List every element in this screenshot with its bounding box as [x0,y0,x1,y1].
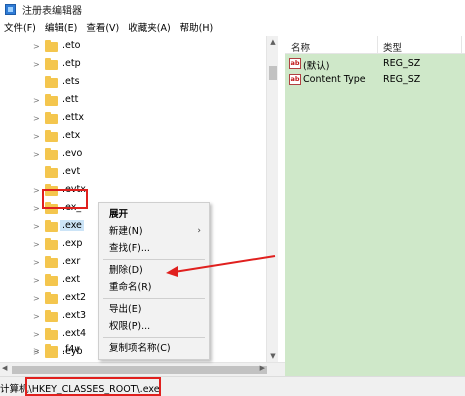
submenu-arrow-icon: › [197,226,201,236]
menu-favorites[interactable]: 收藏夹(A) [124,20,175,34]
context-menu-new[interactable]: 新建(N) › [99,223,209,240]
tree-item[interactable]: > .ettx [0,110,266,128]
registry-editor-icon [5,3,16,15]
tree-item-label: .etx [62,130,81,141]
tree-item-label: .ett [62,94,79,105]
scroll-left-arrow-icon[interactable]: ◀ [2,364,7,372]
expand-chevron-icon[interactable]: > [33,311,43,323]
expand-chevron-icon[interactable]: > [33,345,43,357]
tree-item[interactable]: > .etp [0,56,266,74]
exe-highlight-box [42,189,88,209]
tree-item[interactable]: > .evtx [0,182,266,200]
value-row[interactable]: ab (默认) REG_SZ [285,56,465,72]
tree-item-label: .ext4 [62,328,87,339]
folder-icon [45,220,58,232]
tree-item-label: .ext [62,274,81,285]
tree-horizontal-scrollbar[interactable]: ◀ ▶ [0,362,285,376]
tree-item[interactable]: > .etx [0,128,266,146]
folder-icon [45,76,58,88]
folder-icon [45,344,58,356]
title-bar: 注册表编辑器 [0,0,465,18]
tree-item[interactable]: .ets [0,74,266,92]
folder-icon [45,256,58,268]
folder-icon [45,112,58,124]
menu-view[interactable]: 查看(V) [82,20,124,34]
value-name: (默认) [303,61,330,72]
values-header: 名称 类型 [285,36,465,54]
string-value-icon: ab [289,58,301,69]
expand-chevron-icon[interactable]: > [33,275,43,287]
folder-icon [45,292,58,304]
menu-file[interactable]: 文件(F) [0,20,41,34]
scroll-right-arrow-icon[interactable]: ▶ [260,364,265,372]
folder-icon [45,148,58,160]
tree-item-label: .exe [60,220,84,231]
tree-vertical-scrollbar[interactable]: ▲ ▼ [266,36,278,362]
tree-item[interactable]: .evt [0,164,266,182]
folder-icon [45,166,58,178]
status-path-highlight-box [25,377,161,396]
folder-icon [45,130,58,142]
context-menu-permissions[interactable]: 权限(P)... [99,318,209,335]
value-name: Content Type [303,74,366,85]
tree-item-label: .etp [62,58,81,69]
folder-icon [45,94,58,106]
folder-icon [45,310,58,322]
string-value-icon: ab [289,74,301,85]
context-menu-export[interactable]: 导出(E) [99,301,209,318]
value-type: REG_SZ [383,58,421,69]
expand-chevron-icon[interactable]: > [33,113,43,125]
column-separator[interactable] [377,36,378,54]
tree-item[interactable]: > .evo [0,146,266,164]
expand-chevron-icon[interactable]: > [33,239,43,251]
folder-icon [45,238,58,250]
scroll-thumb[interactable] [12,366,267,374]
column-separator[interactable] [461,36,462,54]
window-title: 注册表编辑器 [22,5,82,17]
tree-item-label: .ets [62,76,80,87]
expand-chevron-icon[interactable]: > [33,329,43,341]
tree-item-label: .evo [62,148,83,159]
value-type: REG_SZ [383,74,421,85]
folder-icon [45,40,58,52]
value-row[interactable]: ab Content Type REG_SZ [285,72,465,88]
expand-chevron-icon[interactable]: > [33,59,43,71]
menu-help[interactable]: 帮助(H) [176,20,219,34]
expand-chevron-icon[interactable]: > [33,131,43,143]
folder-icon [45,274,58,286]
tree-item-label: .ext3 [62,310,87,321]
folder-icon [45,328,58,340]
expand-chevron-icon[interactable]: > [33,95,43,107]
expand-chevron-icon[interactable]: > [33,41,43,53]
expand-chevron-icon[interactable]: > [33,293,43,305]
tree-item-label: .evt [62,166,81,177]
annotation-arrow-icon [166,255,276,277]
tree-item-label: .exr [62,256,81,267]
column-header-name[interactable]: 名称 [291,40,310,54]
menu-separator [103,298,205,299]
tree-item[interactable]: > .ett [0,92,266,110]
values-pane[interactable]: 名称 类型 ab (默认) REG_SZ ab Content Type REG… [285,36,465,376]
menu-bar: 文件(F) 编辑(E) 查看(V) 收藏夹(A) 帮助(H) [0,18,465,36]
tree-item-label: .eto [62,40,81,51]
folder-icon [45,58,58,70]
context-menu-new-label: 新建(N) [109,226,143,237]
expand-chevron-icon[interactable]: > [33,149,43,161]
pane-splitter[interactable] [278,36,285,362]
tree-item[interactable]: > .eto [0,38,266,56]
column-header-type[interactable]: 类型 [383,40,402,54]
expand-chevron-icon[interactable]: > [33,221,43,233]
scroll-thumb[interactable] [269,66,277,80]
context-menu-copy-key-name[interactable]: 复制项名称(C) [99,340,209,357]
expand-chevron-icon[interactable]: > [33,257,43,269]
menu-separator [103,337,205,338]
tree-item-label: .exp [62,238,83,249]
tree-item-label: .ext2 [62,292,87,303]
context-menu-expand[interactable]: 展开 [99,206,209,223]
tree-item-label: .ettx [62,112,84,123]
menu-edit[interactable]: 编辑(E) [41,20,82,34]
tree-item-label: .f4v [62,344,81,355]
